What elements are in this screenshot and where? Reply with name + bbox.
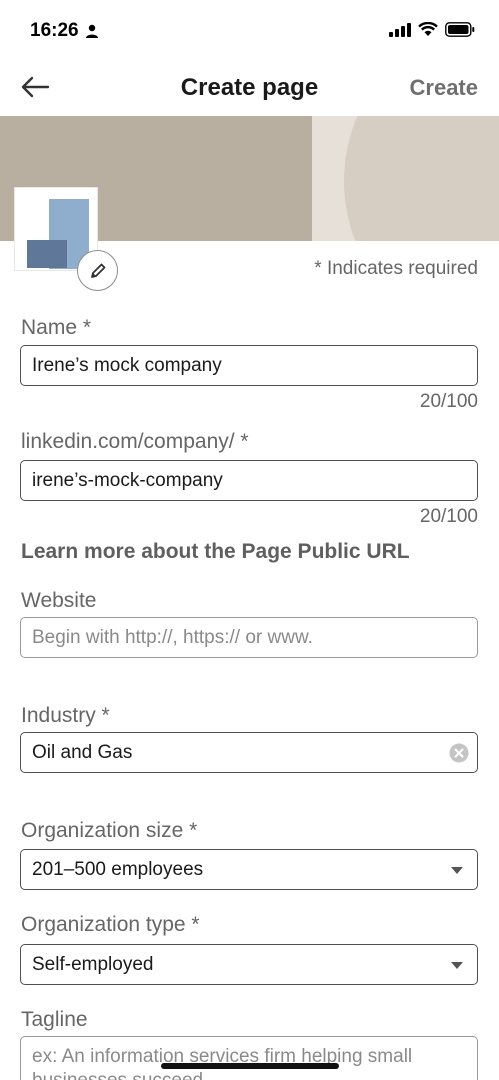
battery-icon: [445, 22, 475, 37]
required-note: * Indicates required: [314, 258, 478, 279]
logo-front-shape: [27, 240, 67, 268]
person-icon: [85, 24, 98, 38]
org-size-value: 201–500 employees: [32, 858, 204, 880]
website-placeholder: Begin with http://, https:// or www.: [32, 626, 313, 648]
create-button[interactable]: Create: [410, 75, 478, 101]
industry-input-value: Oil and Gas: [32, 741, 133, 763]
name-input-value: Irene’s mock company: [32, 354, 222, 376]
nav-bar: Create page Create: [0, 62, 499, 114]
status-icons: [389, 22, 475, 37]
cover-circle: [344, 116, 499, 241]
org-type-label: Organization type *: [21, 913, 200, 936]
tagline-label: Tagline: [21, 1008, 88, 1031]
status-bar: 16:26: [0, 0, 499, 62]
tagline-input[interactable]: ex: An information services firm helping…: [20, 1036, 478, 1080]
status-time: 16:26: [30, 20, 79, 41]
url-counter: 20/100: [419, 506, 478, 527]
website-label: Website: [21, 589, 97, 612]
chevron-down-icon: [451, 867, 463, 874]
clear-icon[interactable]: [449, 743, 469, 763]
wifi-icon: [418, 22, 438, 36]
edit-logo-button[interactable]: [77, 250, 118, 291]
org-size-label: Organization size *: [21, 819, 198, 842]
signal-icon: [389, 22, 411, 37]
name-input[interactable]: Irene’s mock company: [20, 345, 478, 386]
industry-label: Industry *: [21, 704, 110, 727]
name-counter: 20/100: [419, 391, 478, 412]
url-label: linkedin.com/company/ *: [21, 430, 249, 453]
website-input[interactable]: Begin with http://, https:// or www.: [20, 617, 478, 658]
learn-more-link[interactable]: Learn more about the Page Public URL: [21, 540, 410, 564]
home-indicator: [161, 1063, 339, 1069]
url-input-value: irene’s-mock-company: [32, 469, 223, 491]
url-input[interactable]: irene’s-mock-company: [20, 460, 478, 501]
industry-input[interactable]: Oil and Gas: [20, 732, 478, 773]
chevron-down-icon: [451, 962, 463, 969]
name-label: Name *: [21, 316, 92, 339]
org-type-select[interactable]: Self-employed: [20, 944, 478, 985]
status-time-group: 16:26: [30, 20, 99, 42]
org-size-select[interactable]: 201–500 employees: [20, 849, 478, 890]
pencil-icon: [90, 263, 105, 278]
org-type-value: Self-employed: [32, 953, 154, 975]
